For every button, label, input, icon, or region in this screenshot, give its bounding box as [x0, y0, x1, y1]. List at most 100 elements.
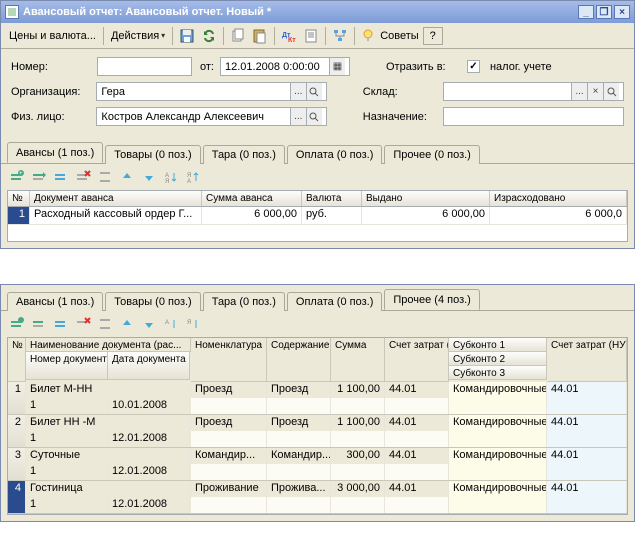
- edit-row-button[interactable]: [51, 314, 71, 334]
- cell-sub1: Командировочные: [449, 415, 547, 431]
- copy-button[interactable]: [227, 25, 249, 47]
- move-first-button[interactable]: [95, 314, 115, 334]
- org-combo[interactable]: Гера ...: [96, 82, 326, 101]
- tax-checkbox[interactable]: [467, 60, 480, 73]
- maximize-button[interactable]: ❐: [596, 5, 612, 19]
- table-row[interactable]: 3 Суточные 1 12.01.2008 Командир... Кома…: [8, 448, 627, 481]
- table-row[interactable]: 4 Гостиница 1 12.01.2008 Проживание Прож…: [8, 481, 627, 514]
- tab-goods[interactable]: Товары (0 поз.): [105, 145, 200, 164]
- cell-acct-nu: 44.01: [547, 481, 627, 497]
- svg-text:+: +: [19, 171, 23, 177]
- warehouse-select-button[interactable]: ...: [571, 83, 587, 100]
- tab2-tare[interactable]: Тара (0 поз.): [203, 292, 285, 311]
- cell-docdate: 12.01.2008: [108, 464, 190, 480]
- tab2-goods[interactable]: Товары (0 поз.): [105, 292, 200, 311]
- date-value: 12.01.2008 0:00:00: [225, 61, 329, 73]
- warehouse-open-button[interactable]: [603, 83, 619, 100]
- col2-sum[interactable]: Сумма: [331, 338, 385, 382]
- cell-sub2: [449, 497, 547, 513]
- cell-docnum: 1: [26, 431, 108, 447]
- advice-button[interactable]: Советы: [358, 26, 422, 46]
- cell-docdate: 12.01.2008: [108, 497, 190, 513]
- table-row[interactable]: 2 Билет НН -М 1 12.01.2008 Проезд Проезд…: [8, 415, 627, 448]
- col-sum[interactable]: Сумма аванса: [202, 191, 302, 206]
- calendar-icon[interactable]: ▦: [329, 58, 345, 75]
- purpose-input[interactable]: [443, 107, 624, 126]
- actions-dropdown[interactable]: Действия ▾: [107, 28, 169, 44]
- cell-docnum: 1: [26, 497, 108, 513]
- close-button[interactable]: ×: [614, 5, 630, 19]
- col-doc[interactable]: Документ аванса: [30, 191, 202, 206]
- insert-row-button[interactable]: [29, 314, 49, 334]
- number-input[interactable]: [97, 57, 192, 76]
- tab-payment[interactable]: Оплата (0 поз.): [287, 145, 382, 164]
- col2-content[interactable]: Содержание: [267, 338, 331, 382]
- col-num[interactable]: №: [8, 191, 30, 206]
- move-down-button[interactable]: [139, 167, 159, 187]
- delete-row-button[interactable]: [73, 167, 93, 187]
- cell-content: Проезд: [267, 382, 331, 398]
- sort-desc-button[interactable]: ЯA: [183, 167, 203, 187]
- person-combo[interactable]: Костров Александр Алексеевич ...: [96, 107, 326, 126]
- cell-sub1: Командировочные: [449, 481, 547, 497]
- paste-button[interactable]: [249, 25, 271, 47]
- date-input[interactable]: 12.01.2008 0:00:00 ▦: [220, 57, 350, 76]
- sort-asc-button[interactable]: AЯ: [161, 167, 181, 187]
- col2-sub3[interactable]: Субконто 3: [449, 366, 547, 380]
- add-row-button[interactable]: +: [7, 167, 27, 187]
- tab-tare[interactable]: Тара (0 поз.): [203, 145, 285, 164]
- sort-desc-button[interactable]: Я: [183, 314, 203, 334]
- col2-nomen[interactable]: Номенклатура: [191, 338, 267, 382]
- tab-advances[interactable]: Авансы (1 поз.): [7, 142, 103, 163]
- table-row[interactable]: 1 Расходный кассовый ордер Г... 6 000,00…: [8, 207, 627, 225]
- move-up-button[interactable]: [117, 314, 137, 334]
- col2-acct-bu[interactable]: Счет затрат (БУ): [385, 338, 449, 382]
- tab2-other[interactable]: Прочее (4 поз.): [384, 289, 479, 310]
- structure-button[interactable]: [329, 25, 351, 47]
- move-down-button[interactable]: [139, 314, 159, 334]
- table-row[interactable]: 1 Билет М-НН 1 10.01.2008 Проезд Проезд …: [8, 382, 627, 415]
- purpose-label: Назначение:: [363, 111, 437, 123]
- person-open-button[interactable]: [306, 108, 322, 125]
- debit-credit-button[interactable]: ДтКт: [278, 25, 300, 47]
- minimize-button[interactable]: _: [578, 5, 594, 19]
- help-button[interactable]: ?: [423, 27, 443, 45]
- cell-sub2: [449, 398, 547, 414]
- col2-acct-nu[interactable]: Счет затрат (НУ): [547, 338, 627, 382]
- org-select-button[interactable]: ...: [290, 83, 306, 100]
- col2-docname[interactable]: Наименование документа (рас...: [26, 338, 191, 352]
- cell-num: 1: [8, 207, 30, 224]
- col-spent[interactable]: Израсходовано: [490, 191, 627, 206]
- edit-row-button[interactable]: [51, 167, 71, 187]
- cell-sub1: Командировочные: [449, 382, 547, 398]
- move-first-button[interactable]: [95, 167, 115, 187]
- caret-down-icon: ▾: [161, 31, 165, 40]
- save-button[interactable]: [176, 25, 198, 47]
- tab-other[interactable]: Прочее (0 поз.): [384, 145, 479, 164]
- col-issued[interactable]: Выдано: [362, 191, 490, 206]
- col2-sub2[interactable]: Субконто 2: [449, 352, 547, 366]
- cell-num: 4: [8, 481, 26, 513]
- tab2-advances[interactable]: Авансы (1 поз.): [7, 292, 103, 311]
- warehouse-clear-button[interactable]: ×: [587, 83, 603, 100]
- refresh-button[interactable]: [198, 25, 220, 47]
- prices-currency-button[interactable]: Цены и валюта...: [5, 28, 100, 44]
- advice-label: Советы: [380, 30, 418, 42]
- person-select-button[interactable]: ...: [290, 108, 306, 125]
- move-up-button[interactable]: [117, 167, 137, 187]
- form-area: Номер: от: 12.01.2008 0:00:00 ▦ Отразить…: [1, 49, 634, 142]
- col-currency[interactable]: Валюта: [302, 191, 362, 206]
- report-button[interactable]: [300, 25, 322, 47]
- tab2-payment[interactable]: Оплата (0 поз.): [287, 292, 382, 311]
- col2-sub1[interactable]: Субконто 1: [449, 338, 547, 352]
- col2-docnum[interactable]: Номер документа: [26, 352, 108, 380]
- warehouse-combo[interactable]: ... ×: [443, 82, 624, 101]
- col2-num[interactable]: №: [8, 338, 26, 382]
- delete-row-button[interactable]: [73, 314, 93, 334]
- org-open-button[interactable]: [306, 83, 322, 100]
- cell-sub1: Командировочные: [449, 448, 547, 464]
- col2-docdate[interactable]: Дата документа: [108, 352, 190, 380]
- insert-row-button[interactable]: [29, 167, 49, 187]
- sort-asc-button[interactable]: A: [161, 314, 181, 334]
- add-row-button[interactable]: [7, 314, 27, 334]
